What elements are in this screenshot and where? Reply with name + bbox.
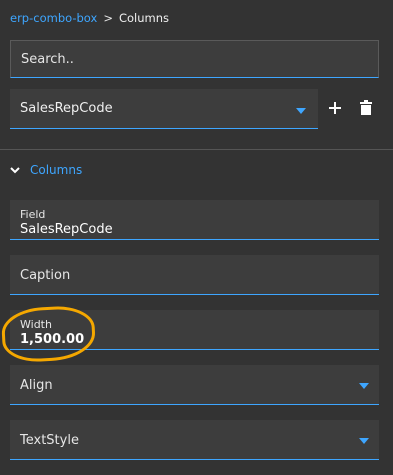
field-value: SalesRepCode [20,222,113,237]
align-select[interactable]: Align [10,365,379,405]
column-select[interactable]: SalesRepCode [10,89,318,129]
column-select-value: SalesRepCode [20,101,113,116]
chevron-down-icon[interactable] [10,165,20,175]
dropdown-arrow-icon[interactable] [359,438,369,444]
textstyle-select[interactable]: TextStyle [10,420,379,460]
caption-input[interactable]: Caption [10,255,379,295]
section-title: Columns [30,163,83,177]
breadcrumb-current: Columns [118,11,169,25]
align-placeholder: Align [20,378,53,393]
properties-panel: erp-combo-box > Columns SalesRepCode Col… [0,0,393,475]
search-input[interactable] [11,41,378,77]
plus-icon[interactable] [328,101,342,115]
breadcrumb-separator: > [103,11,113,25]
divider [0,149,393,150]
textstyle-placeholder: TextStyle [20,433,79,448]
caption-placeholder: Caption [20,268,71,283]
section-header-columns[interactable]: Columns [10,160,82,180]
width-value: 1,500.00 [20,332,85,347]
search-box [10,40,379,78]
field-input[interactable]: Field SalesRepCode [10,200,379,240]
width-input[interactable]: Width 1,500.00 [10,310,379,350]
dropdown-arrow-icon[interactable] [296,108,306,114]
field-label: Field [20,208,46,221]
width-label: Width [20,318,52,331]
breadcrumb: erp-combo-box > Columns [10,10,169,26]
trash-icon[interactable] [360,100,372,115]
breadcrumb-link-erp-combo-box[interactable]: erp-combo-box [10,11,97,25]
dropdown-arrow-icon[interactable] [359,383,369,389]
